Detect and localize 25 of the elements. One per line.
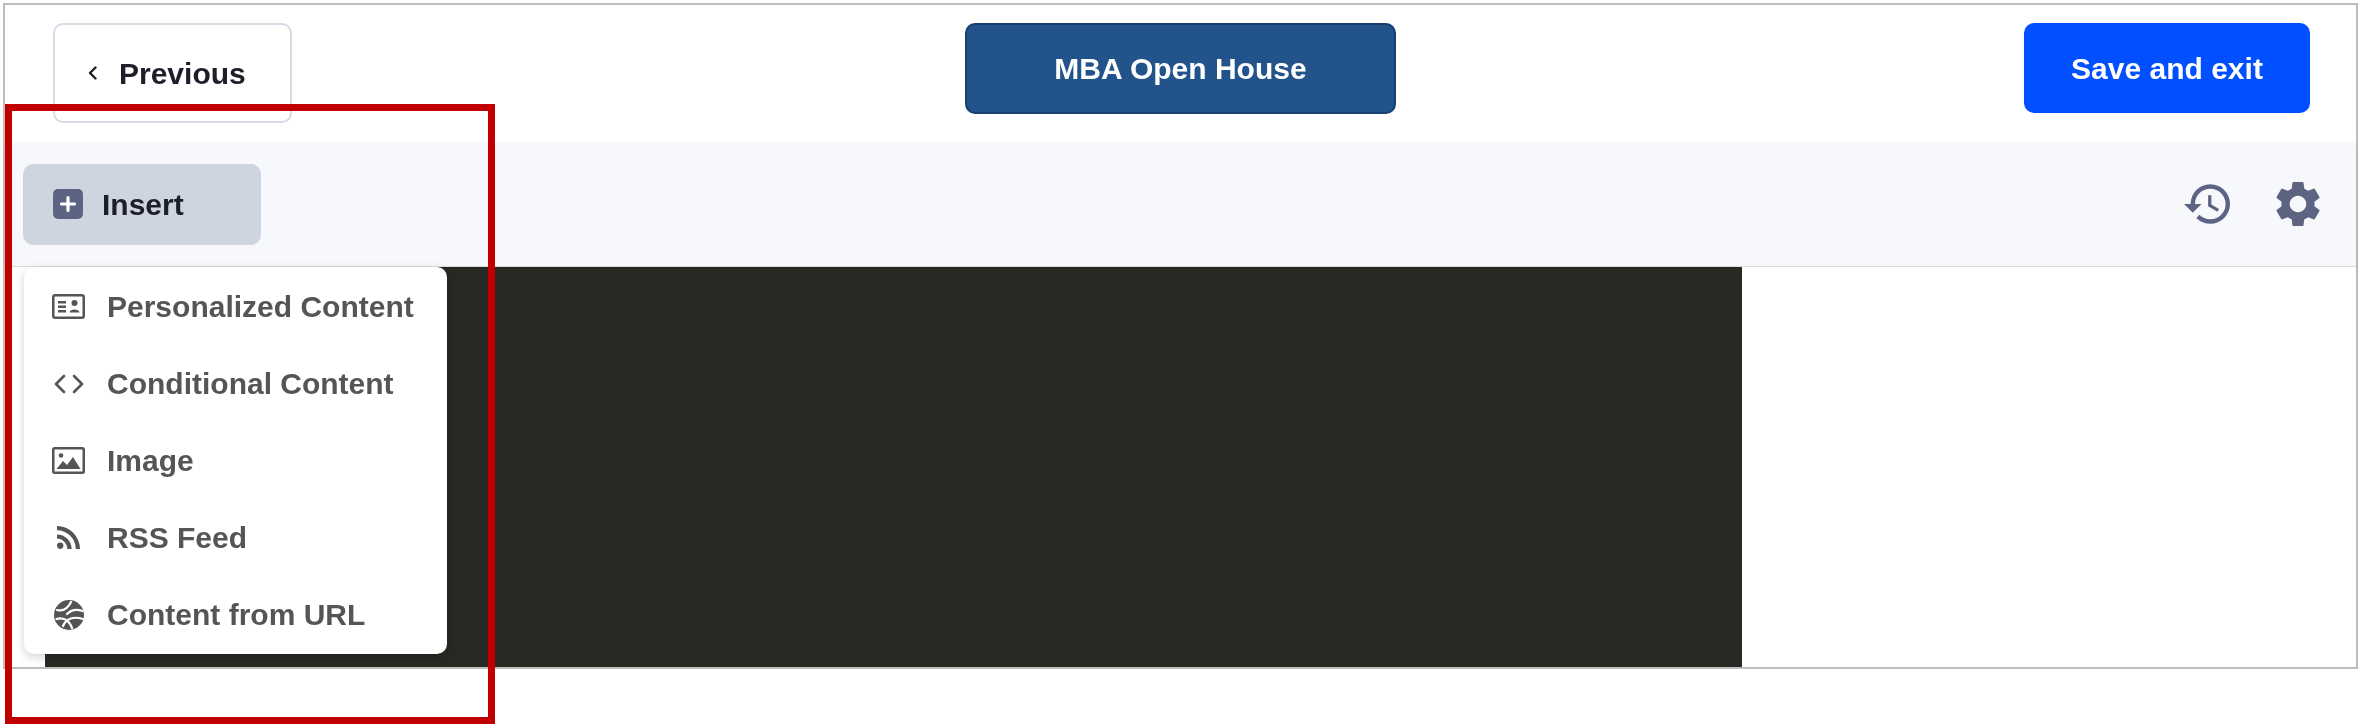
insert-menu-item[interactable]: Conditional Content <box>24 345 447 422</box>
menu-item-label: Image <box>107 443 194 479</box>
insert-menu-item[interactable]: Personalized Content <box>24 268 447 345</box>
menu-item-label: Conditional Content <box>107 366 394 402</box>
menu-item-label: Personalized Content <box>107 289 414 325</box>
rss-icon <box>57 526 80 549</box>
plus-icon <box>53 189 83 219</box>
previous-label: Previous <box>119 55 246 92</box>
image-icon <box>52 447 85 474</box>
campaign-title-button[interactable]: MBA Open House <box>965 23 1396 114</box>
history-icon[interactable] <box>2184 184 2230 224</box>
insert-menu-item[interactable]: RSS Feed <box>24 499 447 576</box>
code-icon <box>52 373 85 394</box>
menu-item-label: Content from URL <box>107 597 366 633</box>
insert-label: Insert <box>102 186 184 223</box>
previous-button[interactable]: Previous <box>53 23 292 123</box>
insert-menu-item[interactable]: Image <box>24 422 447 499</box>
contact-card-icon <box>52 294 85 319</box>
menu-item-label: RSS Feed <box>107 520 248 556</box>
insert-menu-item[interactable]: Content from URL <box>24 576 447 653</box>
chevron-left-icon <box>88 66 97 80</box>
save-and-exit-button[interactable]: Save and exit <box>2024 23 2310 113</box>
ball-icon <box>53 599 84 630</box>
settings-icon[interactable] <box>2276 181 2320 227</box>
insert-button[interactable]: Insert <box>23 163 261 245</box>
